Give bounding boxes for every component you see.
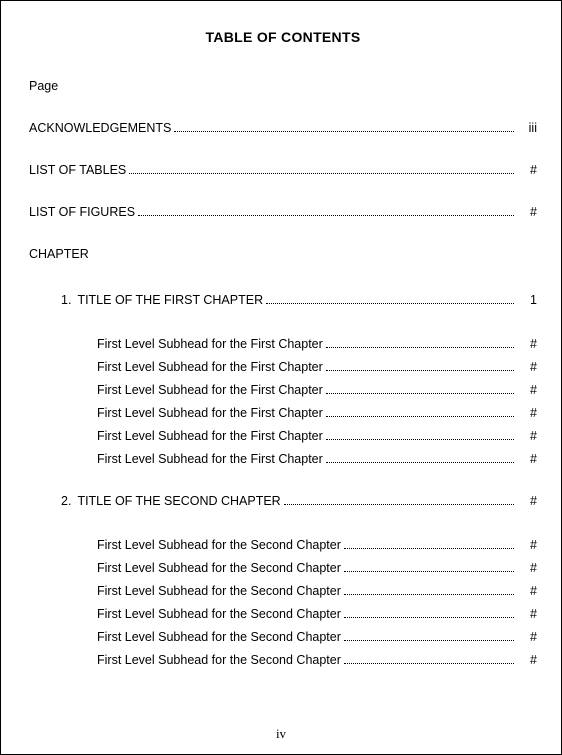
- subhead-page: #: [517, 360, 537, 374]
- subhead-label: First Level Subhead for the Second Chapt…: [97, 653, 341, 667]
- leader-dots: [326, 408, 514, 417]
- entry-page: #: [517, 163, 537, 177]
- subhead-label: First Level Subhead for the Second Chapt…: [97, 630, 341, 644]
- subhead-entry: First Level Subhead for the Second Chapt…: [29, 653, 537, 667]
- chapter-page: 1: [517, 293, 537, 307]
- subhead-page: #: [517, 406, 537, 420]
- page-number-footer: iv: [1, 726, 561, 742]
- leader-dots: [284, 496, 514, 505]
- toc-chapter-1: 1. TITLE OF THE FIRST CHAPTER 1: [29, 293, 537, 307]
- subhead-label: First Level Subhead for the Second Chapt…: [97, 538, 341, 552]
- subhead-label: First Level Subhead for the First Chapte…: [97, 337, 323, 351]
- subhead-page: #: [517, 383, 537, 397]
- subhead-page: #: [517, 630, 537, 644]
- entry-label: LIST OF TABLES: [29, 163, 126, 177]
- subhead-page: #: [517, 653, 537, 667]
- subhead-entry: First Level Subhead for the Second Chapt…: [29, 630, 537, 644]
- doc-title: TABLE OF CONTENTS: [29, 29, 537, 45]
- subhead-page: #: [517, 429, 537, 443]
- chapter-number: 1.: [61, 293, 71, 307]
- chapter-title: TITLE OF THE FIRST CHAPTER: [77, 293, 263, 307]
- leader-dots: [344, 586, 514, 595]
- leader-dots: [344, 540, 514, 549]
- leader-dots: [344, 655, 514, 664]
- chapter-heading: CHAPTER: [29, 247, 537, 261]
- subhead-entry: First Level Subhead for the Second Chapt…: [29, 561, 537, 575]
- entry-page: iii: [517, 121, 537, 135]
- toc-entry-list-of-tables: LIST OF TABLES #: [29, 163, 537, 177]
- leader-dots: [129, 165, 514, 174]
- subhead-entry: First Level Subhead for the Second Chapt…: [29, 538, 537, 552]
- leader-dots: [344, 632, 514, 641]
- subhead-label: First Level Subhead for the Second Chapt…: [97, 561, 341, 575]
- toc-entry-acknowledgements: ACKNOWLEDGEMENTS iii: [29, 121, 537, 135]
- page-label: Page: [29, 79, 537, 93]
- entry-page: #: [517, 205, 537, 219]
- subhead-label: First Level Subhead for the First Chapte…: [97, 383, 323, 397]
- leader-dots: [326, 454, 514, 463]
- subhead-label: First Level Subhead for the First Chapte…: [97, 360, 323, 374]
- subhead-entry: First Level Subhead for the First Chapte…: [29, 452, 537, 466]
- subhead-label: First Level Subhead for the First Chapte…: [97, 429, 323, 443]
- subhead-page: #: [517, 607, 537, 621]
- leader-dots: [326, 385, 514, 394]
- subhead-entry: First Level Subhead for the Second Chapt…: [29, 584, 537, 598]
- entry-label: ACKNOWLEDGEMENTS: [29, 121, 171, 135]
- subhead-entry: First Level Subhead for the First Chapte…: [29, 383, 537, 397]
- subhead-page: #: [517, 538, 537, 552]
- leader-dots: [138, 207, 514, 216]
- chapter-page: #: [517, 494, 537, 508]
- subhead-entry: First Level Subhead for the First Chapte…: [29, 406, 537, 420]
- subhead-label: First Level Subhead for the First Chapte…: [97, 406, 323, 420]
- subhead-label: First Level Subhead for the First Chapte…: [97, 452, 323, 466]
- toc-chapter-2: 2. TITLE OF THE SECOND CHAPTER #: [29, 494, 537, 508]
- leader-dots: [266, 295, 514, 304]
- subhead-page: #: [517, 584, 537, 598]
- subhead-entry: First Level Subhead for the Second Chapt…: [29, 607, 537, 621]
- chapter-2-subheads: First Level Subhead for the Second Chapt…: [29, 538, 537, 667]
- entry-label: LIST OF FIGURES: [29, 205, 135, 219]
- subhead-entry: First Level Subhead for the First Chapte…: [29, 360, 537, 374]
- leader-dots: [326, 431, 514, 440]
- subhead-page: #: [517, 452, 537, 466]
- chapter-number: 2.: [61, 494, 71, 508]
- leader-dots: [326, 339, 514, 348]
- leader-dots: [344, 563, 514, 572]
- leader-dots: [326, 362, 514, 371]
- chapter-1-subheads: First Level Subhead for the First Chapte…: [29, 337, 537, 466]
- subhead-page: #: [517, 561, 537, 575]
- subhead-entry: First Level Subhead for the First Chapte…: [29, 337, 537, 351]
- leader-dots: [344, 609, 514, 618]
- subhead-label: First Level Subhead for the Second Chapt…: [97, 607, 341, 621]
- toc-entry-list-of-figures: LIST OF FIGURES #: [29, 205, 537, 219]
- leader-dots: [174, 123, 514, 132]
- subhead-page: #: [517, 337, 537, 351]
- subhead-label: First Level Subhead for the Second Chapt…: [97, 584, 341, 598]
- subhead-entry: First Level Subhead for the First Chapte…: [29, 429, 537, 443]
- chapter-title: TITLE OF THE SECOND CHAPTER: [77, 494, 280, 508]
